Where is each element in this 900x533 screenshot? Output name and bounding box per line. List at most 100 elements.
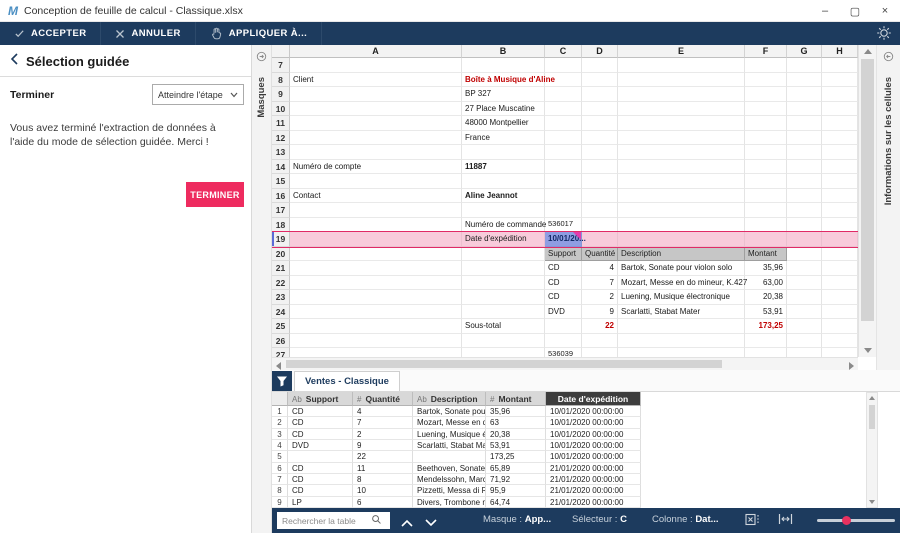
row-header-26[interactable]: 26 bbox=[272, 333, 290, 348]
cell-H7[interactable] bbox=[822, 58, 858, 73]
table-row[interactable]: 1CD4Bartok, Sonate pour...35,9610/01/202… bbox=[272, 406, 872, 418]
row-header-10[interactable]: 10 bbox=[272, 101, 290, 116]
cell-E16[interactable] bbox=[618, 188, 745, 203]
search-input[interactable] bbox=[277, 515, 371, 526]
cell-C24[interactable]: DVD bbox=[545, 304, 582, 319]
cell-E7[interactable] bbox=[618, 58, 745, 73]
row-header-20[interactable]: 20 bbox=[272, 246, 290, 261]
cell-F14[interactable] bbox=[745, 159, 787, 174]
cell-D11[interactable] bbox=[582, 116, 618, 131]
cell-F10[interactable] bbox=[745, 101, 787, 116]
cell-F19[interactable] bbox=[745, 232, 787, 247]
cell-D15[interactable] bbox=[582, 174, 618, 189]
cell-A17[interactable] bbox=[290, 203, 462, 218]
table-cell[interactable] bbox=[413, 451, 486, 463]
cell-E27[interactable] bbox=[618, 348, 745, 357]
cell-E17[interactable] bbox=[618, 203, 745, 218]
cell-F16[interactable] bbox=[745, 188, 787, 203]
cell-A12[interactable] bbox=[290, 130, 462, 145]
column-header-G[interactable]: G bbox=[787, 45, 822, 58]
cell-C9[interactable] bbox=[545, 87, 582, 102]
table-cell[interactable]: 10/01/2020 00:00:00 bbox=[546, 428, 641, 441]
cell-H9[interactable] bbox=[822, 87, 858, 102]
tab-ventes-classique[interactable]: Ventes - Classique bbox=[294, 371, 400, 391]
table-corner-cell[interactable] bbox=[272, 392, 288, 406]
cell-C26[interactable] bbox=[545, 333, 582, 348]
cell-H23[interactable] bbox=[822, 290, 858, 305]
cell-E10[interactable] bbox=[618, 101, 745, 116]
search-prev-button[interactable] bbox=[400, 515, 414, 533]
cell-G14[interactable] bbox=[787, 159, 822, 174]
cell-G15[interactable] bbox=[787, 174, 822, 189]
table-column-header-montant[interactable]: # Montant bbox=[486, 392, 546, 406]
cell-B7[interactable] bbox=[462, 58, 545, 73]
table-cell[interactable]: Bartok, Sonate pour... bbox=[413, 406, 486, 418]
cell-G17[interactable] bbox=[787, 203, 822, 218]
cell-F9[interactable] bbox=[745, 87, 787, 102]
table-row-number[interactable]: 1 bbox=[272, 406, 288, 418]
cell-C23[interactable]: CD bbox=[545, 290, 582, 305]
row-header-13[interactable]: 13 bbox=[272, 145, 290, 160]
cell-C16[interactable] bbox=[545, 188, 582, 203]
terminer-button[interactable]: TERMINER bbox=[186, 182, 244, 207]
cell-E19[interactable] bbox=[618, 232, 745, 247]
cell-G13[interactable] bbox=[787, 145, 822, 160]
cell-H18[interactable] bbox=[822, 217, 858, 232]
cell-D19[interactable] bbox=[582, 232, 618, 247]
row-header-21[interactable]: 21 bbox=[272, 261, 290, 276]
cell-B22[interactable] bbox=[462, 275, 545, 290]
cell-F18[interactable] bbox=[745, 217, 787, 232]
status-masque[interactable]: Masque : App... bbox=[483, 514, 551, 525]
cell-E13[interactable] bbox=[618, 145, 745, 160]
back-chevron-icon[interactable] bbox=[10, 52, 18, 70]
cell-C17[interactable] bbox=[545, 203, 582, 218]
cell-B24[interactable] bbox=[462, 304, 545, 319]
cell-F15[interactable] bbox=[745, 174, 787, 189]
column-header-D[interactable]: D bbox=[582, 45, 618, 58]
autohide-pin-icon[interactable] bbox=[883, 49, 894, 67]
cell-D26[interactable] bbox=[582, 333, 618, 348]
cell-D10[interactable] bbox=[582, 101, 618, 116]
cell-H24[interactable] bbox=[822, 304, 858, 319]
maximize-button[interactable]: ▢ bbox=[840, 0, 870, 22]
cell-H8[interactable] bbox=[822, 72, 858, 87]
table-column-header-description[interactable]: Ab Description bbox=[413, 392, 486, 406]
cell-E9[interactable] bbox=[618, 87, 745, 102]
cell-A16[interactable]: Contact bbox=[290, 188, 462, 203]
table-row[interactable]: 5 22 173,25 10/01/2020 00:00:00 bbox=[272, 451, 872, 463]
column-header-B[interactable]: B bbox=[462, 45, 545, 58]
cell-B27[interactable] bbox=[462, 348, 545, 357]
cell-B9[interactable]: BP 327 bbox=[462, 87, 545, 102]
cell-G21[interactable] bbox=[787, 261, 822, 276]
table-cell[interactable]: CD bbox=[288, 474, 353, 486]
cell-E14[interactable] bbox=[618, 159, 745, 174]
table-cell[interactable]: 11 bbox=[353, 462, 413, 475]
export-excel-icon[interactable] bbox=[745, 512, 762, 532]
row-header-18[interactable]: 18 bbox=[272, 217, 290, 232]
cell-B26[interactable] bbox=[462, 333, 545, 348]
table-cell[interactable]: CD bbox=[288, 485, 353, 497]
cell-F13[interactable] bbox=[745, 145, 787, 160]
table-cell[interactable]: CD bbox=[288, 462, 353, 475]
cell-A13[interactable] bbox=[290, 145, 462, 160]
sheet-vertical-scrollbar[interactable] bbox=[858, 45, 876, 357]
table-row[interactable]: 4DVD9Scarlatti, Stabat Mater53,9110/01/2… bbox=[272, 440, 872, 452]
cell-A23[interactable] bbox=[290, 290, 462, 305]
cell-C27[interactable]: 536039 bbox=[545, 348, 582, 357]
table-row-number[interactable]: 4 bbox=[272, 440, 288, 452]
table-column-header-support[interactable]: Ab Support bbox=[288, 392, 353, 406]
cell-G18[interactable] bbox=[787, 217, 822, 232]
cell-G12[interactable] bbox=[787, 130, 822, 145]
cell-G24[interactable] bbox=[787, 304, 822, 319]
cell-D17[interactable] bbox=[582, 203, 618, 218]
cell-A22[interactable] bbox=[290, 275, 462, 290]
cell-B13[interactable] bbox=[462, 145, 545, 160]
cell-C19[interactable]: 10/01/20... bbox=[545, 232, 586, 247]
table-cell[interactable]: 71,92 bbox=[486, 474, 546, 486]
column-header-C[interactable]: C bbox=[545, 45, 582, 58]
table-cell[interactable]: 7 bbox=[353, 417, 413, 429]
table-cell[interactable]: Pizzetti, Messa di Re... bbox=[413, 485, 486, 497]
table-cell[interactable]: Mozart, Messe en do... bbox=[413, 417, 486, 429]
row-header-15[interactable]: 15 bbox=[272, 174, 290, 189]
cell-C13[interactable] bbox=[545, 145, 582, 160]
